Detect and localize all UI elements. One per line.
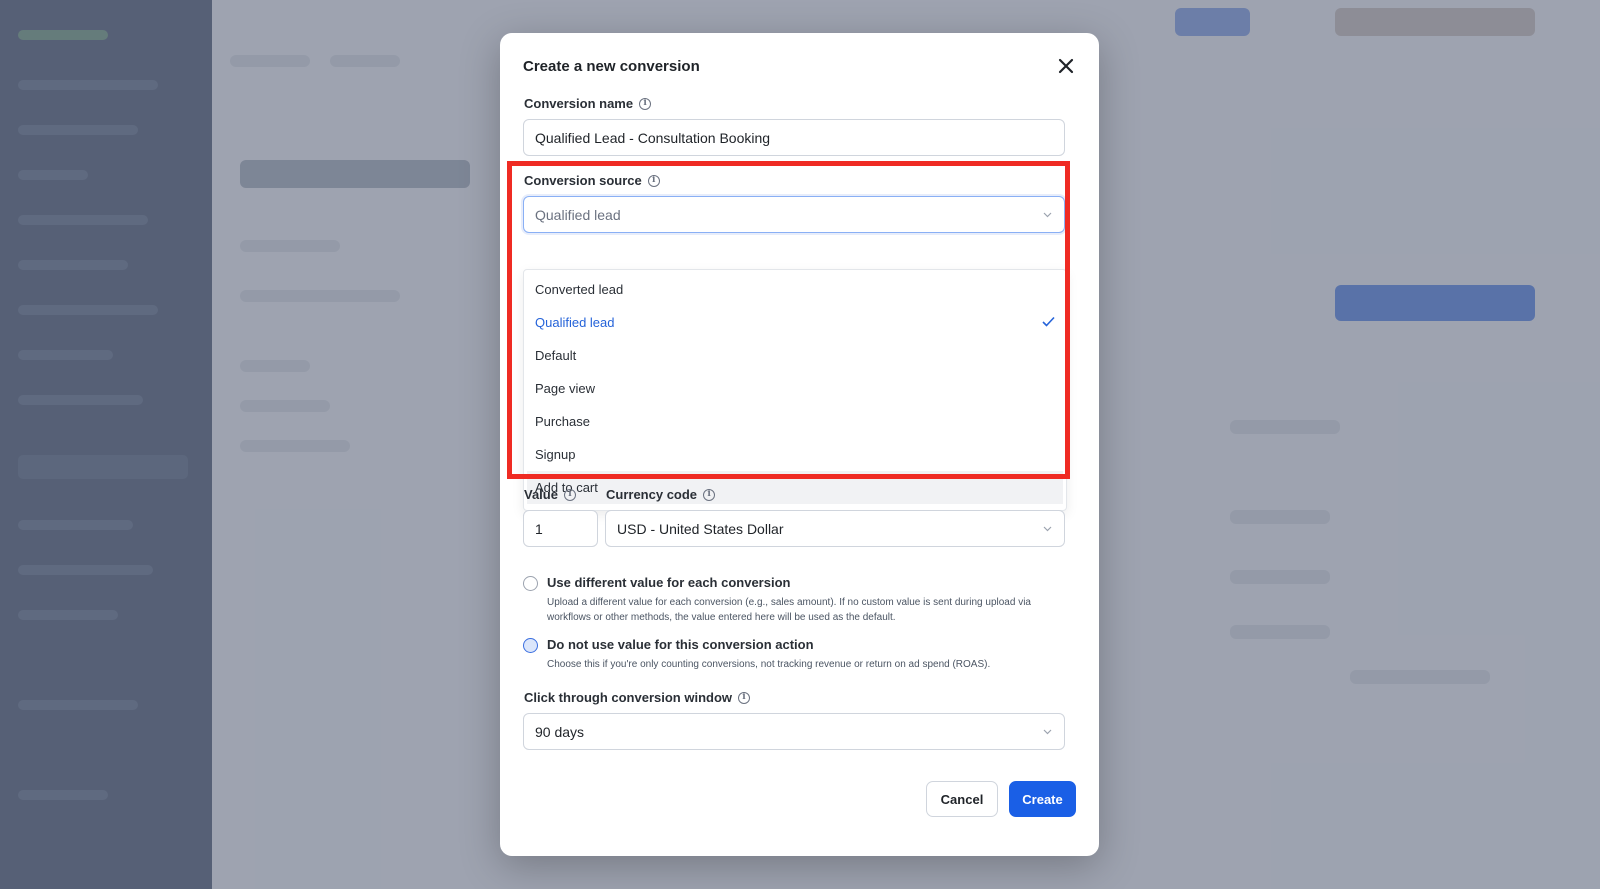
info-icon[interactable]: i	[738, 691, 751, 704]
close-icon	[1058, 58, 1074, 74]
option-label: Purchase	[535, 414, 590, 429]
different-value-radio[interactable]	[523, 576, 538, 591]
value-input-value: 1	[535, 520, 543, 537]
cancel-button[interactable]: Cancel	[926, 781, 998, 817]
conversion-source-selected-value: Qualified lead	[535, 206, 621, 223]
chevron-down-icon	[1043, 526, 1052, 531]
info-icon[interactable]: i	[639, 97, 652, 110]
dropdown-option-page-view[interactable]: Page view	[527, 372, 1063, 405]
create-button[interactable]: Create	[1009, 781, 1076, 817]
chevron-down-icon	[1043, 729, 1052, 734]
option-label: Signup	[535, 447, 576, 462]
option-label: Converted lead	[535, 282, 624, 297]
click-window-label: Click through conversion window i	[524, 690, 751, 705]
no-value-description: Choose this if you're only counting conv…	[547, 659, 991, 670]
click-window-label-text: Click through conversion window	[524, 690, 733, 705]
checkmark-icon	[1042, 316, 1055, 327]
conversion-source-select[interactable]: Qualified lead	[523, 196, 1065, 233]
currency-code-select[interactable]: USD - United States Dollar	[605, 510, 1065, 547]
no-value-title: Do not use value for this conversion act…	[547, 637, 814, 652]
dropdown-option-purchase[interactable]: Purchase	[527, 405, 1063, 438]
currency-code-label-text: Currency code	[606, 487, 698, 502]
click-window-value: 90 days	[535, 723, 585, 740]
dropdown-option-qualified-lead[interactable]: Qualified lead	[527, 306, 1063, 339]
info-icon[interactable]: i	[563, 488, 576, 501]
conversion-name-label-text: Conversion name	[524, 96, 634, 111]
currency-code-value: USD - United States Dollar	[617, 520, 784, 537]
conversion-source-dropdown: Converted lead Qualified lead Default Pa…	[523, 269, 1067, 511]
conversion-name-label: Conversion name i	[524, 96, 652, 111]
option-label: Qualified lead	[535, 315, 615, 330]
different-value-title: Use different value for each conversion	[547, 575, 791, 590]
conversion-source-label: Conversion source i	[524, 173, 660, 188]
conversion-name-value: Qualified Lead - Consultation Booking	[535, 129, 771, 146]
click-window-select[interactable]: 90 days	[523, 713, 1065, 750]
no-value-radio[interactable]	[523, 638, 538, 653]
info-icon[interactable]: i	[703, 488, 716, 501]
dropdown-option-signup[interactable]: Signup	[527, 438, 1063, 471]
value-label: Value i	[524, 487, 576, 502]
info-icon[interactable]: i	[647, 174, 660, 187]
conversion-source-label-text: Conversion source	[524, 173, 642, 188]
different-value-description: Upload a different value for each conver…	[547, 597, 1031, 623]
value-input[interactable]: 1	[523, 510, 598, 547]
create-conversion-dialog: Create a new conversion Conversion name …	[500, 33, 1099, 856]
dropdown-option-converted-lead[interactable]: Converted lead	[527, 273, 1063, 306]
chevron-down-icon	[1043, 212, 1052, 217]
value-label-text: Value	[524, 487, 558, 502]
close-button[interactable]	[1055, 55, 1077, 77]
dialog-title: Create a new conversion	[523, 58, 700, 75]
option-label: Page view	[535, 381, 595, 396]
dropdown-option-default[interactable]: Default	[527, 339, 1063, 372]
conversion-name-input[interactable]: Qualified Lead - Consultation Booking	[523, 119, 1065, 156]
currency-code-label: Currency code i	[606, 487, 716, 502]
option-label: Default	[535, 348, 577, 363]
